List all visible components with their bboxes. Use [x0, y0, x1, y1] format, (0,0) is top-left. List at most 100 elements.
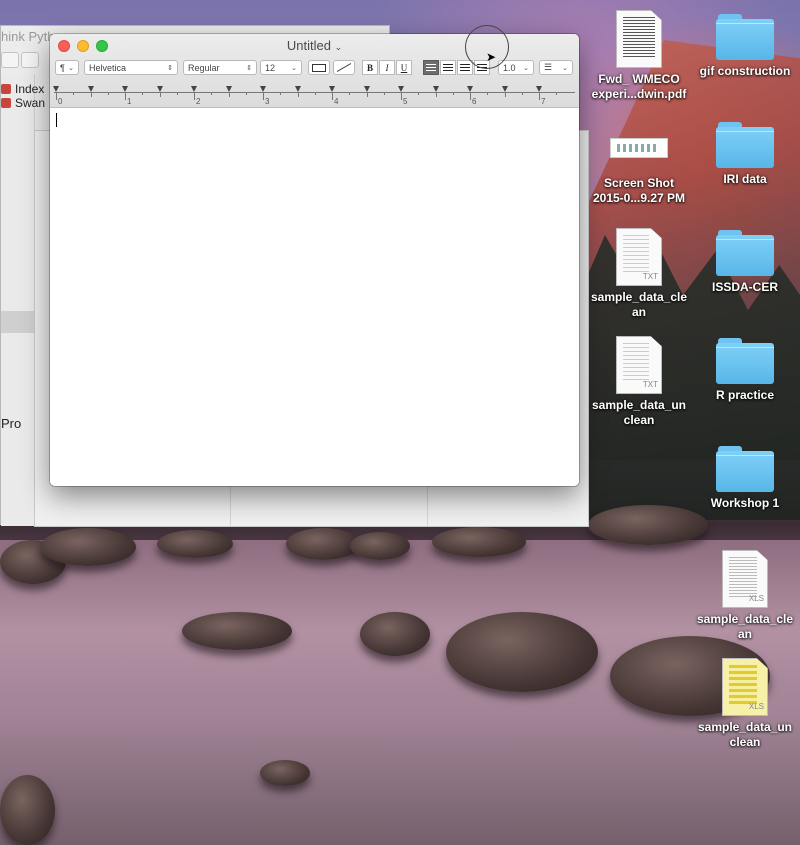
- ruler-number: 3: [265, 97, 270, 106]
- ruler[interactable]: 0 1 2 3 4 5 6 7: [53, 84, 575, 106]
- tab-stop-marker[interactable]: [363, 86, 370, 92]
- ruler-minor-tick: [90, 92, 92, 97]
- font-family-popup[interactable]: Helvetica ⇕: [84, 60, 178, 75]
- tab-stop-marker[interactable]: [329, 86, 335, 92]
- font-size-value: 12: [265, 62, 276, 73]
- desktop-icon-label: IRI data: [723, 172, 767, 186]
- folder-icon: [716, 122, 774, 168]
- desktop-icon-folder-issda-cer[interactable]: ISSDA-CER: [690, 230, 800, 295]
- up-down-arrows-icon: ⇕: [167, 64, 173, 72]
- desktop-icon-folder-r-practice[interactable]: R practice: [690, 338, 800, 403]
- align-left-icon: [426, 64, 436, 71]
- ruler-minor-tick: [280, 92, 282, 95]
- desktop-icon-txt-clean[interactable]: TXT sample_data_cle an: [584, 228, 694, 320]
- tab-stop-marker[interactable]: [53, 86, 59, 92]
- ruler-minor-tick: [452, 92, 454, 95]
- chevron-down-icon: ⌄: [68, 64, 74, 72]
- ruler-minor-tick: [504, 92, 506, 97]
- line-spacing-value: 1.0: [503, 62, 516, 73]
- sidebar-item-index[interactable]: Index: [1, 82, 44, 96]
- tab-stop-marker[interactable]: [122, 86, 128, 92]
- desktop-icon-label: ISSDA-CER: [711, 280, 778, 294]
- desktop-icon-xls-clean[interactable]: XLS sample_data_cle an: [690, 550, 800, 642]
- bold-button[interactable]: B: [362, 60, 378, 75]
- xls-document-icon: XLS: [722, 550, 768, 608]
- ruler-minor-tick: [314, 92, 316, 95]
- tab-stop-marker[interactable]: [156, 86, 163, 92]
- desktop-icon-screenshot[interactable]: Screen Shot 2015-0...9.27 PM: [584, 122, 694, 206]
- text-color-well[interactable]: [308, 60, 330, 75]
- ruler-tick: [56, 92, 57, 100]
- underline-button[interactable]: U: [396, 60, 412, 75]
- desktop-icon-folder-iri-data[interactable]: IRI data: [690, 122, 800, 187]
- ruler-tick: [194, 92, 195, 100]
- background-color-well[interactable]: [333, 60, 355, 75]
- ruler-tick: [125, 92, 126, 100]
- desktop-icon-xls-unclean[interactable]: XLS sample_data_un clean: [690, 658, 800, 750]
- desktop-icon-label: Screen Shot 2015-0...9.27 PM: [592, 176, 686, 205]
- tab-stop-marker[interactable]: [225, 86, 232, 92]
- desktop-icon-folder-workshop-1[interactable]: Workshop 1: [690, 446, 800, 511]
- column-view-icon[interactable]: [21, 52, 39, 68]
- italic-button[interactable]: I: [379, 60, 395, 75]
- text-editor-area[interactable]: [50, 109, 579, 486]
- tab-stop-marker[interactable]: [467, 86, 473, 92]
- paragraph-style-label: ¶: [60, 62, 65, 73]
- rock: [588, 505, 708, 545]
- ruler-minor-tick: [383, 92, 385, 95]
- background-sidebar: [1, 74, 35, 526]
- rock: [40, 528, 136, 566]
- paragraph-style-popup[interactable]: ¶ ⌄: [55, 60, 79, 75]
- tab-stop-marker[interactable]: [191, 86, 197, 92]
- textedit-window[interactable]: Untitled ⌄ ¶ ⌄ Helvetica ⇕ Regular ⇕ 12 ⌄ B …: [50, 34, 579, 486]
- folder-icon: [716, 446, 774, 492]
- desktop-icon-label: R practice: [715, 388, 775, 402]
- rock: [286, 528, 360, 560]
- align-center-button[interactable]: [440, 60, 456, 75]
- ruler-minor-tick: [297, 92, 299, 97]
- sidebar-item-label: Swan: [15, 96, 46, 110]
- desktop-icon-txt-unclean[interactable]: TXT sample_data_un clean: [584, 336, 694, 428]
- align-left-button[interactable]: [423, 60, 439, 75]
- text-caret: [56, 113, 57, 127]
- ruler-minor-tick: [107, 92, 109, 95]
- ruler-tick: [263, 92, 264, 100]
- up-down-arrows-icon: ⇕: [246, 64, 252, 72]
- desktop-icon-label: sample_data_un clean: [697, 720, 793, 749]
- desktop-icon-label: sample_data_cle an: [590, 290, 688, 319]
- ruler-minor-tick: [142, 92, 144, 95]
- folder-icon: [716, 14, 774, 60]
- selected-row[interactable]: [1, 311, 35, 333]
- tab-stop-marker[interactable]: [294, 86, 301, 92]
- folder-icon: [716, 230, 774, 276]
- tab-stop-marker[interactable]: [398, 86, 404, 92]
- rock: [432, 527, 526, 557]
- ruler-minor-tick: [521, 92, 523, 95]
- font-style-popup[interactable]: Regular ⇕: [183, 60, 257, 75]
- xls-document-icon: XLS: [722, 658, 768, 716]
- chevron-down-icon: ⌄: [523, 64, 529, 72]
- ruler-minor-tick: [418, 92, 420, 95]
- desktop-icon-pdf[interactable]: Fwd_ WMECO experi...dwin.pdf: [584, 10, 694, 102]
- sidebar-item-swan[interactable]: Swan: [1, 96, 45, 110]
- tab-stop-marker[interactable]: [87, 86, 94, 92]
- font-style-value: Regular: [188, 62, 220, 73]
- desktop-icon-label: sample_data_un clean: [591, 398, 687, 427]
- chevron-down-icon: ⌄: [562, 64, 568, 72]
- list-style-popup[interactable]: ☰ ⌄: [539, 60, 573, 75]
- ruler-minor-tick: [211, 92, 213, 95]
- desktop-icon-folder-gif-construction[interactable]: gif construction: [690, 14, 800, 79]
- sidebar-item-label: Index: [15, 82, 45, 96]
- rock: [260, 760, 310, 786]
- tab-stop-marker[interactable]: [260, 86, 266, 92]
- tab-stop-marker[interactable]: [432, 86, 439, 92]
- align-center-icon: [443, 64, 453, 71]
- desktop-icon-label: Fwd_ WMECO experi...dwin.pdf: [591, 72, 687, 101]
- tab-stop-marker[interactable]: [501, 86, 508, 92]
- list-view-icon[interactable]: [1, 52, 19, 68]
- font-size-combo[interactable]: 12 ⌄: [260, 60, 302, 75]
- line-spacing-popup[interactable]: 1.0 ⌄: [498, 60, 534, 75]
- ruler-minor-tick: [73, 92, 75, 95]
- tab-stop-marker[interactable]: [536, 86, 542, 92]
- txt-document-icon: TXT: [616, 336, 662, 394]
